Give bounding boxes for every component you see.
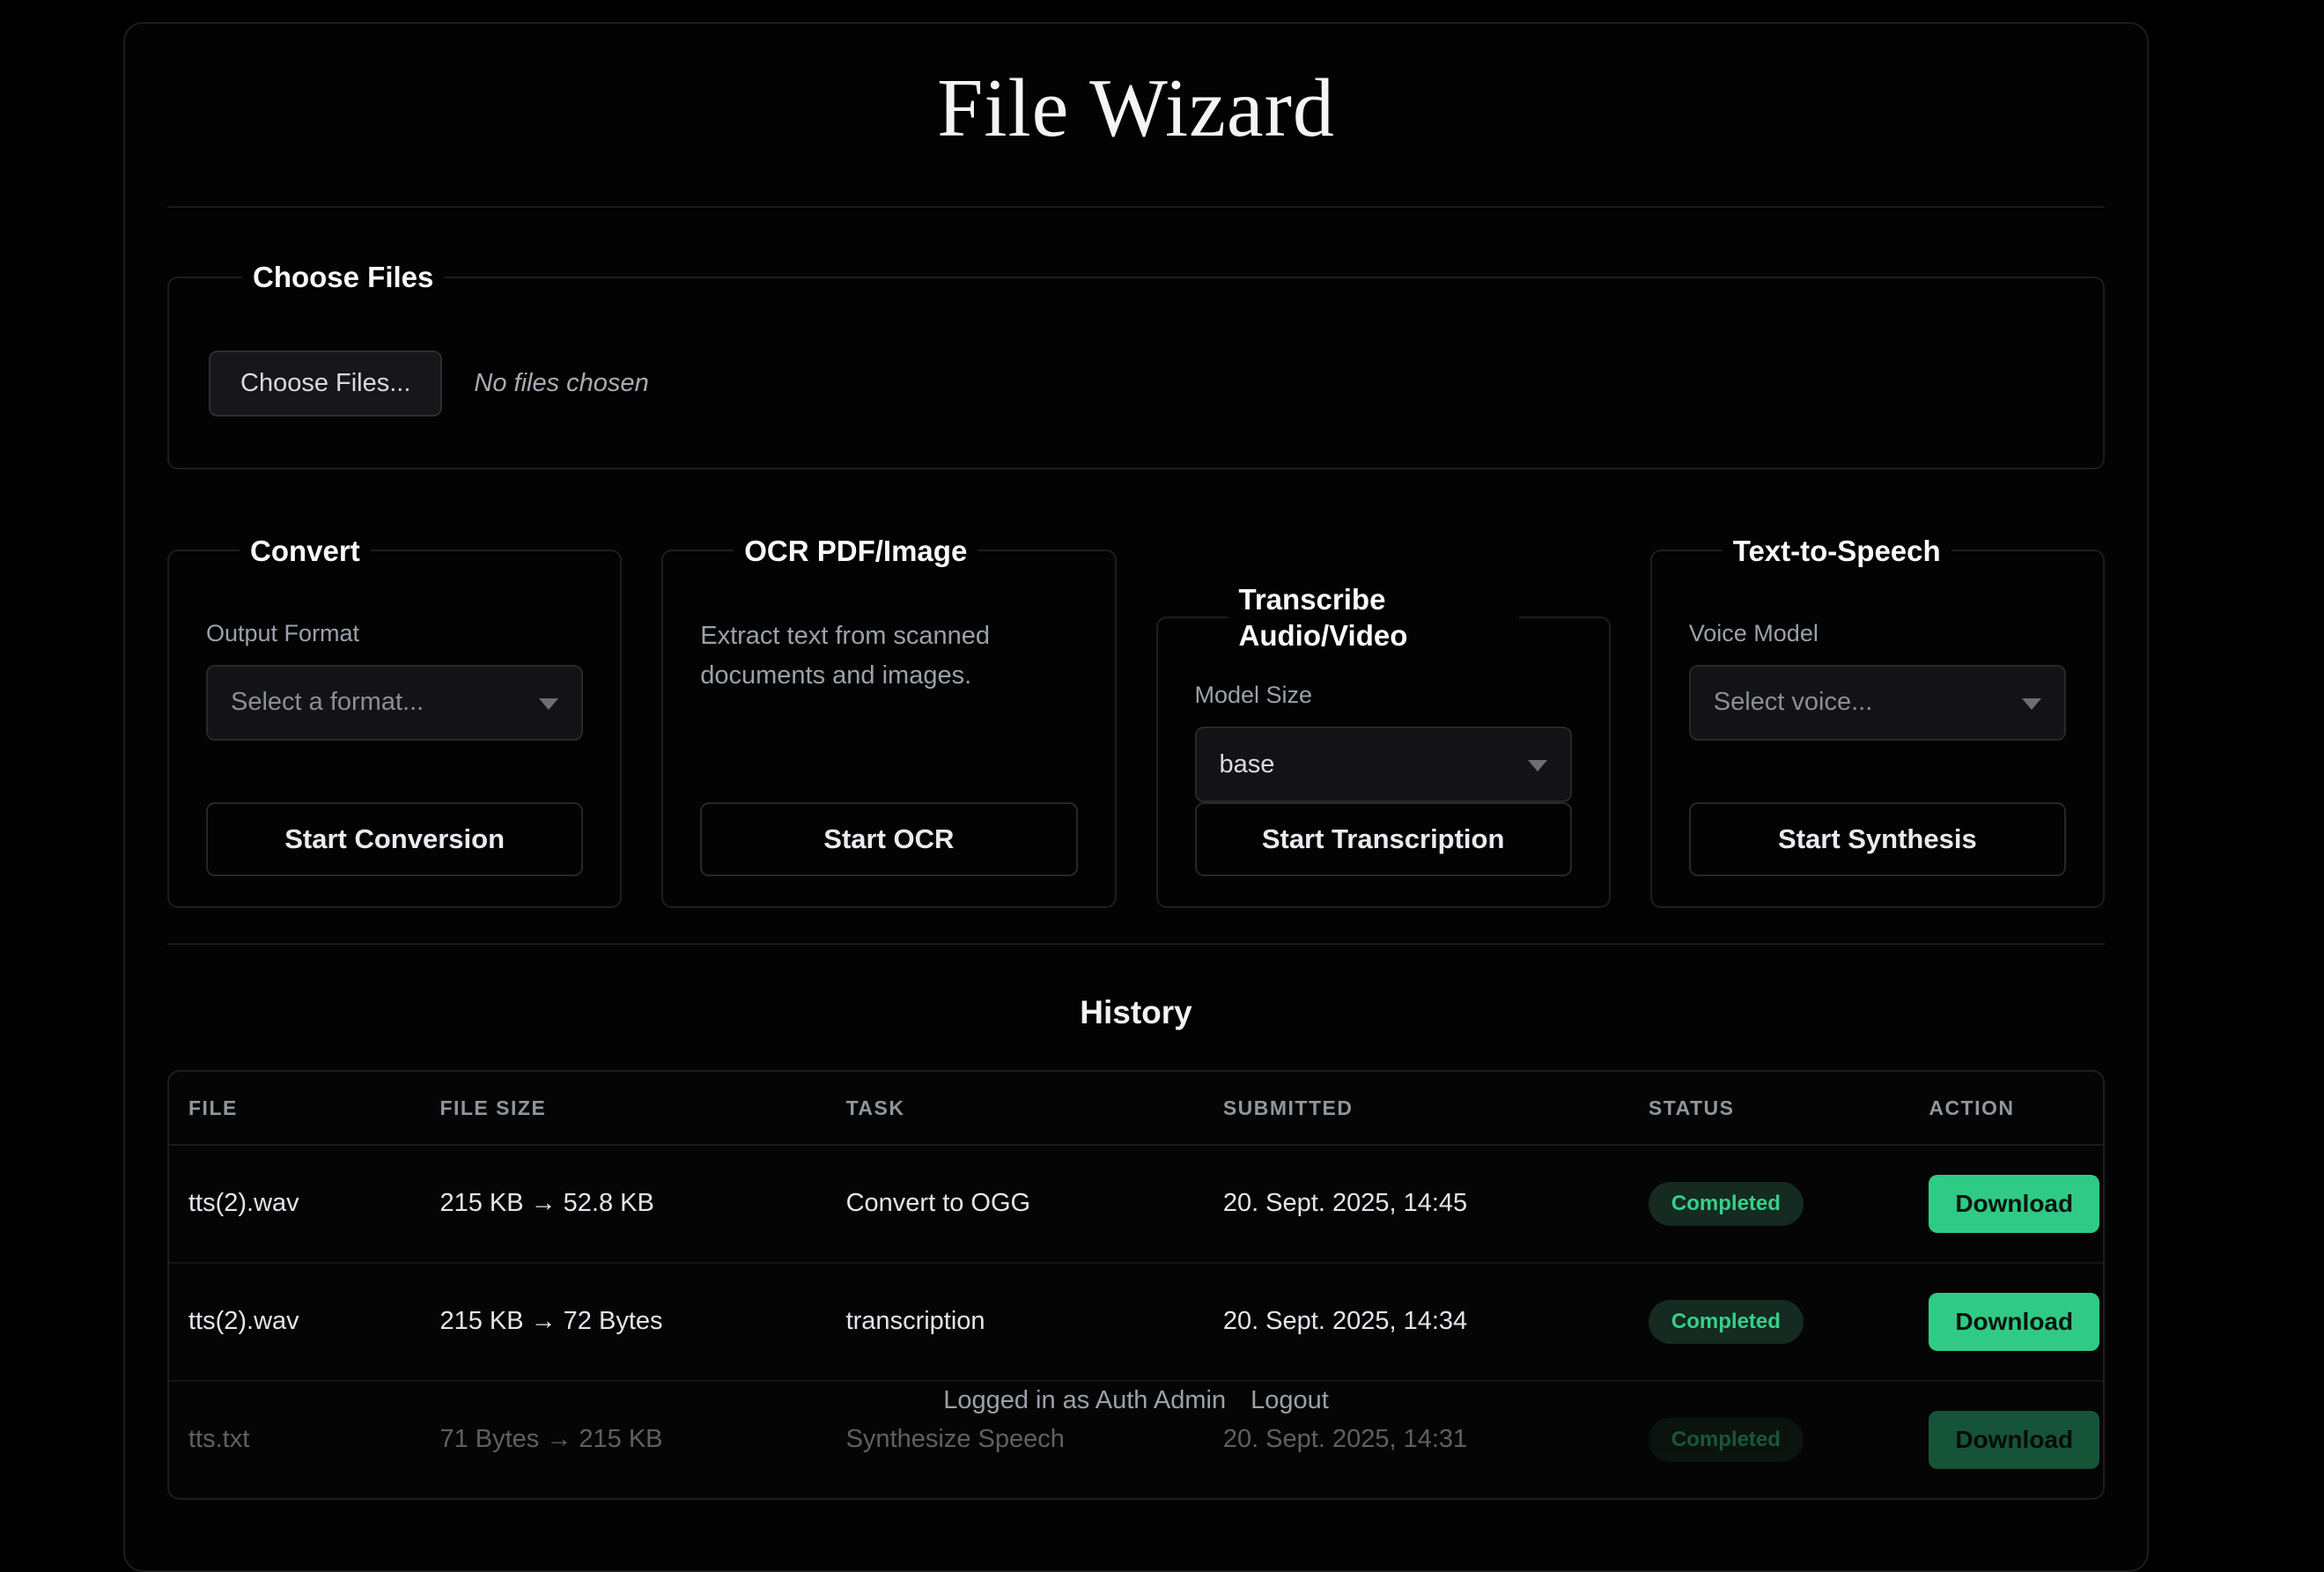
logout-link[interactable]: Logout xyxy=(1251,1386,1329,1414)
download-button[interactable]: Download xyxy=(1929,1175,2099,1233)
ocr-legend: OCR PDF/Image xyxy=(734,533,978,569)
col-header-action: ACTION xyxy=(1929,1072,2103,1145)
table-row: tts(2).wav 215 KB → 52.8 KB Convert to O… xyxy=(169,1145,2103,1263)
output-format-select-value: Select a format... xyxy=(231,688,424,717)
voice-model-select-value: Select voice... xyxy=(1714,688,1873,717)
cell-submitted: 20. Sept. 2025, 14:45 xyxy=(1223,1145,1649,1263)
status-badge: Completed xyxy=(1649,1300,1804,1344)
ocr-card: OCR PDF/Image Extract text from scanned … xyxy=(661,533,1116,909)
cell-file-size: 215 KB → 72 Bytes xyxy=(439,1263,845,1381)
task-cards: Convert Output Format Select a format...… xyxy=(167,533,2105,896)
chevron-down-icon xyxy=(2022,698,2041,710)
ocr-description: Extract text from scanned documents and … xyxy=(700,616,1077,696)
status-badge: Completed xyxy=(1649,1418,1804,1462)
col-header-task: TASK xyxy=(846,1072,1223,1145)
transcribe-legend: Transcribe Audio/Video xyxy=(1228,581,1519,654)
status-badge: Completed xyxy=(1649,1182,1804,1226)
col-header-status: STATUS xyxy=(1649,1072,1929,1145)
convert-legend: Convert xyxy=(240,533,371,569)
choose-files-legend: Choose Files xyxy=(242,259,444,295)
voice-model-select[interactable]: Select voice... xyxy=(1689,665,2066,741)
output-format-select[interactable]: Select a format... xyxy=(206,665,583,741)
history-heading: History xyxy=(167,994,2105,1031)
page-title: File Wizard xyxy=(167,63,2105,155)
start-transcription-button[interactable]: Start Transcription xyxy=(1195,802,1572,876)
cell-file-size: 215 KB → 52.8 KB xyxy=(439,1145,845,1263)
table-row: tts(2).wav 215 KB → 72 Bytes transcripti… xyxy=(169,1263,2103,1381)
cell-task: Convert to OGG xyxy=(846,1145,1223,1263)
history-table-container: FILE FILE SIZE TASK SUBMITTED STATUS ACT… xyxy=(167,1070,2105,1500)
convert-card: Convert Output Format Select a format...… xyxy=(167,533,622,909)
col-header-submitted: SUBMITTED xyxy=(1223,1072,1649,1145)
tts-legend: Text-to-Speech xyxy=(1723,533,1951,569)
cell-submitted: 20. Sept. 2025, 14:34 xyxy=(1223,1263,1649,1381)
start-conversion-button[interactable]: Start Conversion xyxy=(206,802,583,876)
transcribe-card: Transcribe Audio/Video Model Size base S… xyxy=(1156,581,1611,909)
no-files-chosen-text: No files chosen xyxy=(474,369,648,398)
start-ocr-button[interactable]: Start OCR xyxy=(700,802,1077,876)
start-synthesis-button[interactable]: Start Synthesis xyxy=(1689,802,2066,876)
table-header-row: FILE FILE SIZE TASK SUBMITTED STATUS ACT… xyxy=(169,1072,2103,1145)
tts-card: Text-to-Speech Voice Model Select voice.… xyxy=(1650,533,2105,909)
footer: Logged in as Auth Admin Logout xyxy=(123,1386,2149,1415)
history-divider xyxy=(167,943,2105,945)
choose-files-button[interactable]: Choose Files... xyxy=(209,351,442,417)
output-format-label: Output Format xyxy=(206,620,583,647)
cell-file: tts(2).wav xyxy=(169,1263,439,1381)
cell-task: transcription xyxy=(846,1263,1223,1381)
title-divider xyxy=(167,206,2105,208)
download-button[interactable]: Download xyxy=(1929,1293,2099,1351)
choose-files-section: Choose Files Choose Files... No files ch… xyxy=(167,259,2105,469)
voice-model-label: Voice Model xyxy=(1689,620,2066,647)
app-container: File Wizard Choose Files Choose Files...… xyxy=(123,22,2149,1572)
model-size-select-value: base xyxy=(1220,750,1275,779)
model-size-label: Model Size xyxy=(1195,682,1572,709)
history-table: FILE FILE SIZE TASK SUBMITTED STATUS ACT… xyxy=(169,1072,2103,1498)
col-header-file-size: FILE SIZE xyxy=(439,1072,845,1145)
download-button[interactable]: Download xyxy=(1929,1411,2099,1469)
model-size-select[interactable]: base xyxy=(1195,727,1572,802)
file-input-row: Choose Files... No files chosen xyxy=(209,351,2063,417)
logged-in-text: Logged in as Auth Admin xyxy=(943,1386,1226,1414)
chevron-down-icon xyxy=(1528,760,1547,771)
col-header-file: FILE xyxy=(169,1072,439,1145)
chevron-down-icon xyxy=(539,698,558,710)
cell-file: tts(2).wav xyxy=(169,1145,439,1263)
